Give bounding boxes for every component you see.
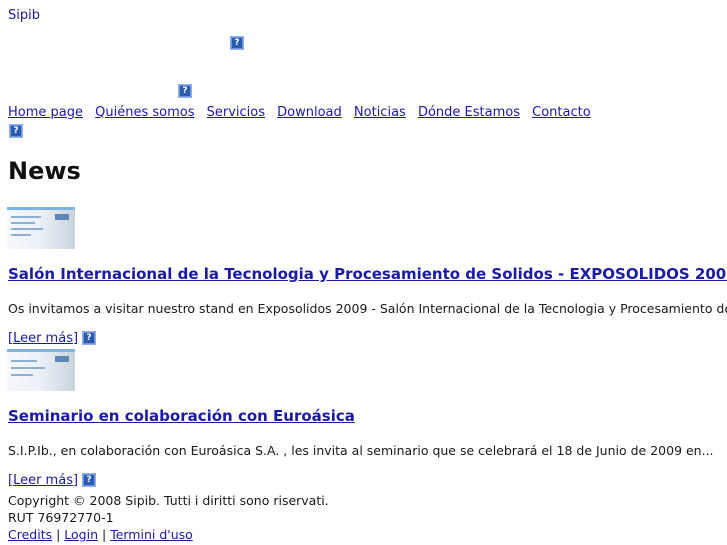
footer-link-login[interactable]: Login (64, 527, 98, 542)
site-name-link[interactable]: Sipib (8, 8, 40, 23)
broken-image-icon: ? (178, 84, 192, 98)
footer-copyright: Copyright © 2008 Sipib. Tutti i diritti … (8, 493, 329, 508)
thumbnail-text-line (11, 216, 41, 218)
footer-separator: | (52, 527, 65, 542)
nav-noticias[interactable]: Noticias (354, 105, 406, 120)
read-more-link[interactable]: [Leer más]? (8, 472, 97, 488)
footer: Copyright © 2008 Sipib. Tutti i diritti … (8, 492, 329, 543)
footer-rut: RUT 76972770-1 (8, 510, 114, 525)
footer-link-termini[interactable]: Termini d'uso (110, 527, 193, 542)
broken-image-icon: ? (82, 330, 97, 345)
nav-quienes-somos[interactable]: Quiénes somos (95, 105, 194, 120)
page-title: News (8, 157, 81, 185)
broken-image-icon: ? (9, 124, 23, 138)
footer-separator: | (98, 527, 111, 542)
thumbnail-text-line (11, 234, 31, 236)
footer-links: Credits | Login | Termini d'uso (8, 526, 329, 543)
nav-contacto[interactable]: Contacto (532, 105, 591, 120)
broken-image-icon: ? (230, 36, 244, 50)
nav-servicios[interactable]: Servicios (207, 105, 265, 120)
main-nav: Home page Quiénes somos Servicios Downlo… (8, 105, 599, 120)
thumbnail-logo-icon (55, 214, 69, 220)
nav-home-page[interactable]: Home page (8, 105, 83, 120)
thumbnail-text-line (11, 222, 35, 224)
news-summary: S.I.P.Ib., en colaboración con Euroásica… (8, 443, 714, 458)
thumbnail-text-line (11, 374, 33, 376)
nav-donde-estamos[interactable]: Dónde Estamos (418, 105, 520, 120)
news-thumbnail[interactable] (7, 207, 75, 249)
nav-download[interactable]: Download (277, 105, 342, 120)
thumbnail-text-line (11, 367, 45, 369)
news-title-link[interactable]: Salón Internacional de la Tecnologia y P… (8, 265, 727, 283)
read-more-label: [Leer más] (8, 473, 79, 488)
thumbnail-text-line (11, 228, 43, 230)
read-more-label: [Leer más] (8, 331, 79, 346)
broken-image-icon: ? (82, 472, 97, 487)
news-title-link[interactable]: Seminario en colaboración con Euroásica (8, 407, 355, 425)
read-more-link[interactable]: [Leer más]? (8, 330, 97, 346)
news-summary: Os invitamos a visitar nuestro stand en … (8, 301, 727, 316)
thumbnail-logo-icon (55, 356, 69, 362)
news-thumbnail[interactable] (7, 349, 75, 391)
thumbnail-text-line (11, 360, 37, 362)
footer-link-credits[interactable]: Credits (8, 527, 52, 542)
